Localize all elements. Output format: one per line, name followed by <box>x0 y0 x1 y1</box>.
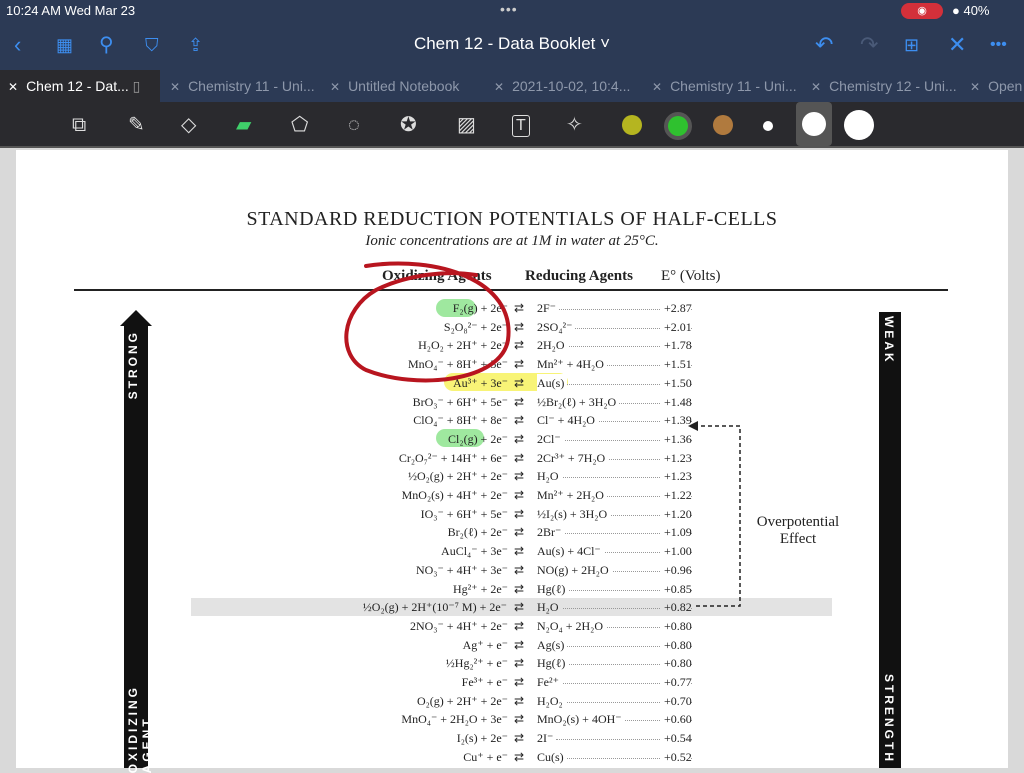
redo-icon[interactable]: ↷ <box>860 32 878 58</box>
close-tab-icon[interactable]: ✕ <box>330 80 340 94</box>
more-icon[interactable]: ••• <box>990 32 1007 58</box>
tab-2021-10-02[interactable]: ✕ 2021-10-02, 10:4... <box>494 70 630 102</box>
pen-icon[interactable]: ✎ <box>128 112 145 138</box>
battery-indicator: ● 40% <box>952 3 990 18</box>
tab-layout-icon[interactable]: ▯ <box>133 78 141 94</box>
overpotential-arrow <box>696 425 741 607</box>
navigation-bar: ‹ ▦ ⚲ ⛉ ⇪ Chem 12 - Data Booklet ˅ ↶ ↷ ⊞… <box>0 22 1024 70</box>
clock: 10:24 AM Wed Mar 23 <box>6 3 136 18</box>
close-tab-icon[interactable]: ✕ <box>494 80 504 94</box>
size-large[interactable] <box>844 110 874 140</box>
multitask-handle[interactable]: ••• <box>500 1 518 17</box>
size-medium-selected[interactable] <box>796 102 832 146</box>
tab-chemistry11-b[interactable]: ✕ Chemistry 11 - Uni... <box>652 70 797 102</box>
tab-bar: ✕ Chem 12 - Dat... ▯ ✕ Chemistry 11 - Uni.… <box>0 70 1024 102</box>
lasso-icon[interactable]: ◌ <box>348 112 360 138</box>
text-icon[interactable]: T <box>512 115 530 137</box>
undo-icon[interactable]: ↶ <box>815 32 833 58</box>
close-icon[interactable]: ✕ <box>948 32 966 58</box>
status-bar: 10:24 AM Wed Mar 23 ••• ◉ ● 40% <box>0 0 1024 22</box>
close-tab-icon[interactable]: ✕ <box>8 80 18 94</box>
highlighter-icon[interactable]: ▰ <box>236 112 251 138</box>
arrowhead <box>688 421 698 431</box>
toolbar: ⧉ ✎ ◇ ▰ ⬠ ◌ ✪ ▨ T ✧ <box>0 102 1024 148</box>
page-view-icon[interactable]: ⧉ <box>72 112 86 138</box>
tab-chemistry12[interactable]: ✕ Chemistry 12 - Uni... <box>811 70 957 102</box>
tab-chem12-data[interactable]: ✕ Chem 12 - Dat... ▯ <box>0 70 160 102</box>
close-tab-icon[interactable]: ✕ <box>970 80 980 94</box>
close-tab-icon[interactable]: ✕ <box>170 80 180 94</box>
tab-chemistry11[interactable]: ✕ Chemistry 11 - Uni... <box>170 70 315 102</box>
color-swatch-brown[interactable] <box>713 115 733 135</box>
document-page[interactable]: STANDARD REDUCTION POTENTIALS OF HALF-CE… <box>16 150 1008 773</box>
eraser-icon[interactable]: ◇ <box>181 112 196 138</box>
screen-recording-icon[interactable]: ◉ <box>901 3 943 19</box>
image-icon[interactable]: ▨ <box>457 112 476 138</box>
laser-pointer-icon[interactable]: ✧ <box>566 112 583 138</box>
annotation-layer <box>344 261 741 607</box>
add-page-icon[interactable]: ⊞ <box>904 32 919 58</box>
color-swatch-green-selected[interactable] <box>664 112 692 140</box>
red-circle-annotation <box>344 261 511 383</box>
shapes-icon[interactable]: ⬠ <box>291 112 308 138</box>
overpotential-note: Overpotential Effect <box>756 514 840 547</box>
size-small[interactable] <box>763 121 773 131</box>
tab-untitled[interactable]: ✕ Untitled Notebook <box>330 70 459 102</box>
color-swatch-olive[interactable] <box>622 115 642 135</box>
sticker-icon[interactable]: ✪ <box>400 112 417 138</box>
tab-open[interactable]: ✕ Open <box>970 70 1022 102</box>
close-tab-icon[interactable]: ✕ <box>652 80 662 94</box>
close-tab-icon[interactable]: ✕ <box>811 80 821 94</box>
